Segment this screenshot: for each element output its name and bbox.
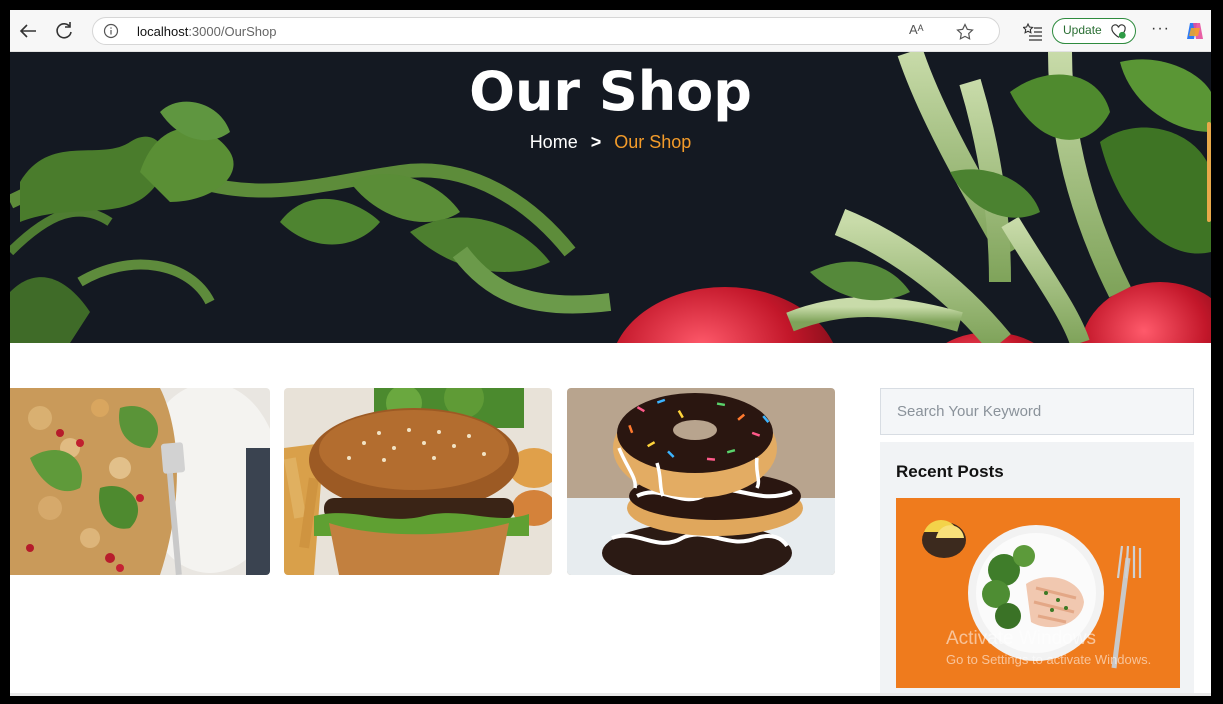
breadcrumb-current: Our Shop (614, 132, 692, 152)
hero-banner: Our Shop Home > Our Shop (10, 52, 1211, 343)
copilot-icon[interactable] (1184, 20, 1206, 42)
address-bar[interactable]: localhost:3000/OurShop Aᴬ (92, 17, 1000, 45)
salad-image (10, 388, 270, 575)
info-icon[interactable] (103, 23, 119, 39)
watermark-line-2: Go to Settings to activate Windows. (946, 652, 1152, 667)
browser-window: localhost:3000/OurShop Aᴬ Update ··· Our… (10, 10, 1211, 696)
screen-frame: localhost:3000/OurShop Aᴬ Update ··· Our… (0, 0, 1223, 704)
burger-image (284, 388, 552, 575)
url-text[interactable]: localhost:3000/OurShop (137, 24, 277, 39)
watermark-line-1: Activate Windows (946, 628, 1096, 649)
read-aloud-icon[interactable]: Aᴬ (909, 22, 929, 42)
search-box[interactable] (880, 388, 1194, 435)
bottom-divider (10, 693, 1211, 696)
search-input[interactable] (881, 389, 1193, 434)
browser-toolbar: localhost:3000/OurShop Aᴬ Update ··· (10, 10, 1211, 52)
donuts-image (567, 388, 835, 575)
refresh-icon[interactable] (52, 19, 76, 43)
recent-posts-title: Recent Posts (896, 462, 1004, 481)
product-card-salad[interactable] (10, 388, 270, 575)
update-button[interactable]: Update (1052, 18, 1136, 44)
favorites-list-icon[interactable] (1023, 22, 1043, 42)
product-card-donuts[interactable] (567, 388, 835, 575)
scrollbar-thumb[interactable] (1207, 122, 1211, 222)
favorite-star-icon[interactable] (955, 22, 975, 42)
update-label: Update (1063, 23, 1102, 37)
windows-activation-watermark: Activate Windows Go to Settings to activ… (946, 628, 1151, 667)
product-card-burger[interactable] (284, 388, 552, 575)
heart-health-icon (1111, 24, 1126, 39)
back-arrow-icon[interactable] (16, 19, 40, 43)
breadcrumb: Home > Our Shop (10, 132, 1211, 153)
page-title: Our Shop (469, 60, 752, 123)
more-menu-icon[interactable]: ··· (1151, 20, 1170, 38)
breadcrumb-separator-icon: > (590, 132, 602, 152)
breadcrumb-home-link[interactable]: Home (530, 132, 578, 152)
